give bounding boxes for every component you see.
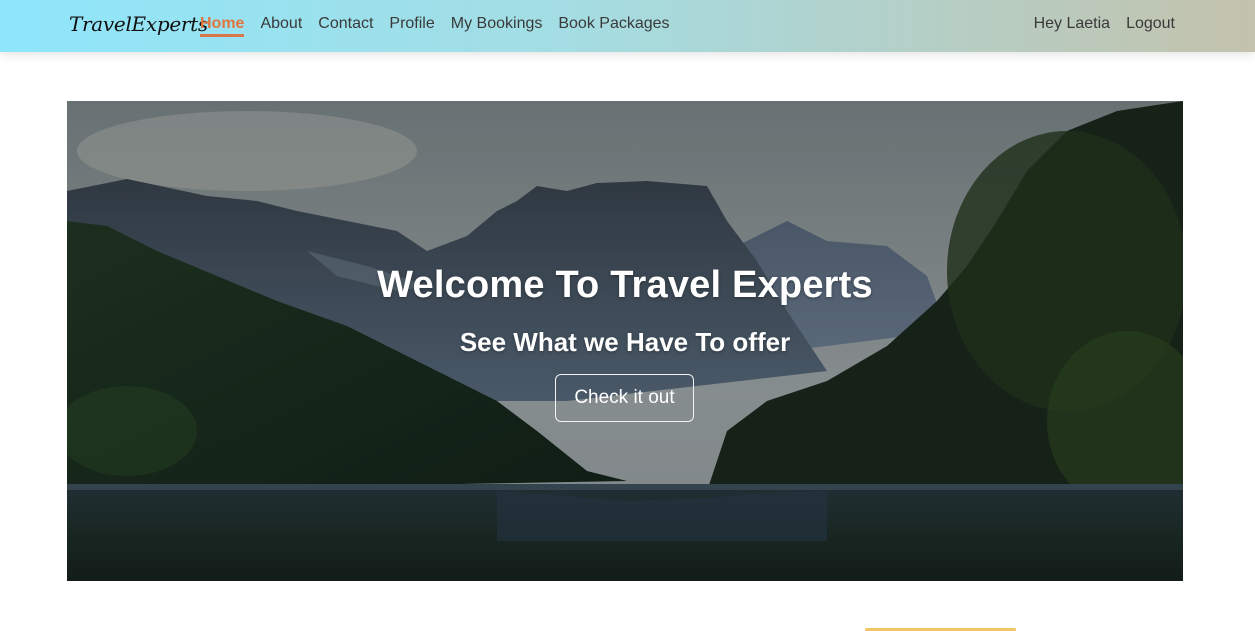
main-nav: Home About Contact Profile My Bookings B…	[200, 15, 686, 37]
user-greeting-link[interactable]: Hey Laetia	[1034, 15, 1111, 36]
brand-logo[interactable]: TravelExperts	[69, 12, 208, 36]
nav-link-book-packages[interactable]: Book Packages	[558, 15, 669, 37]
nav-link-my-bookings[interactable]: My Bookings	[451, 15, 543, 37]
logout-link[interactable]: Logout	[1126, 15, 1175, 36]
hero-subtitle: See What we Have To offer	[459, 327, 791, 357]
check-it-out-button[interactable]: Check it out	[555, 374, 694, 422]
hero-content: Welcome To Travel Experts See What we Ha…	[67, 101, 1183, 581]
top-navbar: TravelExperts Home About Contact Profile…	[0, 0, 1255, 52]
nav-link-home[interactable]: Home	[200, 15, 245, 37]
nav-link-profile[interactable]: Profile	[389, 15, 434, 37]
nav-link-about[interactable]: About	[260, 15, 302, 37]
hero-title: Welcome To Travel Experts	[377, 264, 873, 306]
hero-banner: Welcome To Travel Experts See What we Ha…	[67, 101, 1183, 581]
nav-link-contact[interactable]: Contact	[318, 15, 373, 37]
user-nav: Hey Laetia Logout	[1018, 15, 1175, 36]
